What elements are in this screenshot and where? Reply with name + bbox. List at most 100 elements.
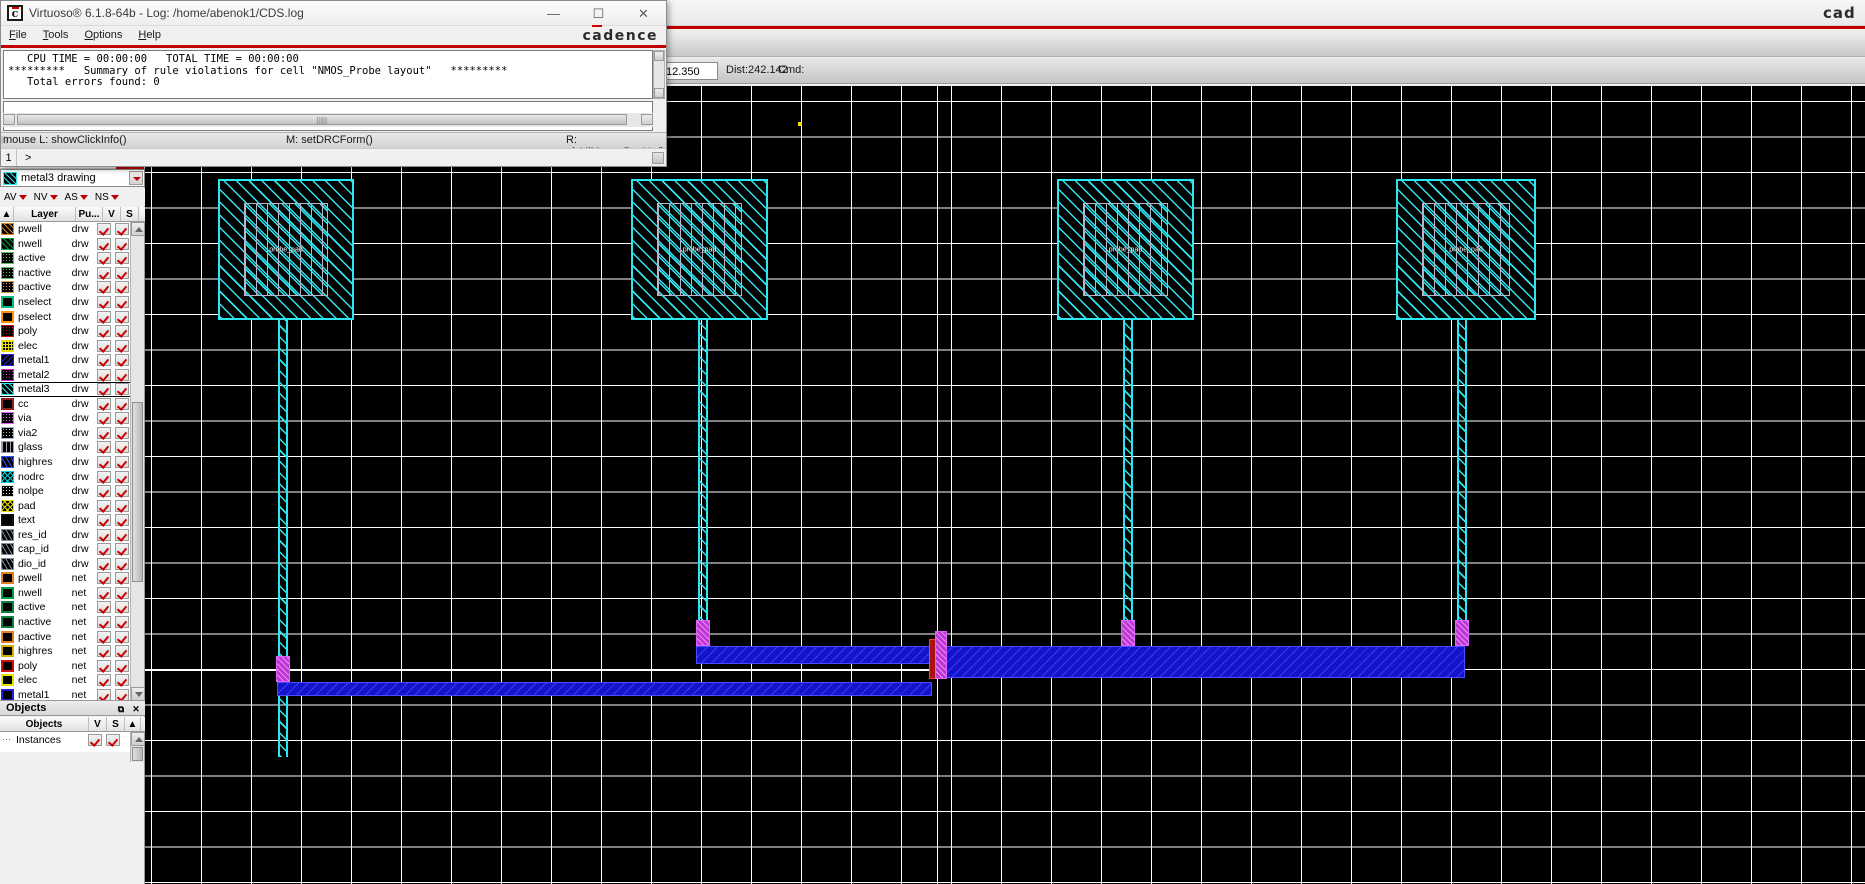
layer-row-via2-drw[interactable]: via2 drw <box>0 425 131 441</box>
chevron-down-icon[interactable] <box>49 194 58 200</box>
visible-checkbox[interactable] <box>97 223 111 236</box>
scroll-grip[interactable] <box>132 747 143 761</box>
chevron-down-icon[interactable] <box>79 194 88 200</box>
selectable-checkbox[interactable] <box>115 543 129 556</box>
layer-row-poly-net[interactable]: poly net <box>0 658 131 673</box>
scroll-thumb[interactable] <box>17 114 627 125</box>
probe-pad-3[interactable]: probe_pad <box>1057 179 1194 320</box>
visible-checkbox[interactable] <box>97 688 111 701</box>
scroll-up-icon[interactable] <box>654 51 664 61</box>
scroll-up-icon[interactable] <box>131 222 145 236</box>
selectable-checkbox[interactable] <box>115 485 129 498</box>
layer-row-active-drw[interactable]: active drw <box>0 251 131 266</box>
scroll-right-icon[interactable] <box>641 114 653 125</box>
probe-pad-4[interactable]: probe_pad <box>1396 179 1536 320</box>
log-output-text[interactable]: CPU TIME = 00:00:00 TOTAL TIME = 00:00:0… <box>3 50 653 99</box>
layer-table-body[interactable]: pwell drw nwell drw active drw nactive drw pacti… <box>0 222 131 701</box>
visible-checkbox[interactable] <box>97 252 111 265</box>
objects-table-body[interactable]: ⋯ Instances <box>0 732 131 752</box>
visible-checkbox[interactable] <box>97 659 111 672</box>
layer-row-text-drw[interactable]: text drw <box>0 512 131 528</box>
layer-row-nolpe-drw[interactable]: nolpe drw <box>0 483 131 499</box>
visible-column-header[interactable]: V <box>103 207 121 221</box>
visible-checkbox[interactable] <box>88 733 102 746</box>
visible-checkbox[interactable] <box>97 485 111 498</box>
selectable-checkbox[interactable] <box>115 223 129 236</box>
layer-row-metal3-drw[interactable]: metal3 drw <box>0 382 131 397</box>
layer-row-pactive-net[interactable]: pactive net <box>0 629 131 644</box>
log-vertical-scrollbar[interactable] <box>653 50 665 99</box>
visible-checkbox[interactable] <box>97 325 111 338</box>
layout-canvas[interactable]: probe_pad probe_pad probe_pad probe_pad <box>145 86 1865 884</box>
layer-row-highres-drw[interactable]: highres drw <box>0 454 131 470</box>
scroll-up-icon[interactable] <box>131 732 145 746</box>
layer-row-pwell-net[interactable]: pwell net <box>0 571 131 586</box>
selectable-checkbox[interactable] <box>115 645 129 658</box>
layer-row-nodrc-drw[interactable]: nodrc drw <box>0 469 131 484</box>
visible-checkbox[interactable] <box>97 572 111 585</box>
log-titlebar[interactable]: c Virtuoso® 6.1.8-64b - Log: /home/abeno… <box>1 1 666 26</box>
resize-grip-icon[interactable] <box>652 151 664 164</box>
selectable-column-header[interactable]: S <box>121 207 139 221</box>
selectable-checkbox[interactable] <box>115 514 129 527</box>
visible-checkbox[interactable] <box>97 456 111 469</box>
visible-checkbox[interactable] <box>97 470 111 483</box>
layer-row-metal1-drw[interactable]: metal1 drw <box>0 352 131 368</box>
visible-checkbox[interactable] <box>97 557 111 570</box>
selectable-checkbox[interactable] <box>115 470 129 483</box>
layer-row-nwell-drw[interactable]: nwell drw <box>0 236 131 252</box>
close-icon[interactable]: ✕ <box>130 703 142 715</box>
filter-av[interactable]: AV <box>4 192 30 203</box>
coordinate-input[interactable]: 12.350 <box>662 62 718 80</box>
metal3-strap-3[interactable] <box>1123 320 1133 641</box>
visible-checkbox[interactable] <box>97 514 111 527</box>
visible-checkbox[interactable] <box>97 310 111 323</box>
layer-row-nactive-drw[interactable]: nactive drw <box>0 265 131 281</box>
visible-checkbox[interactable] <box>97 412 111 425</box>
visible-checkbox[interactable] <box>97 281 111 294</box>
selectable-checkbox[interactable] <box>115 310 129 323</box>
chevron-down-icon[interactable] <box>110 194 119 200</box>
selectable-checkbox[interactable] <box>115 368 129 381</box>
selectable-checkbox[interactable] <box>115 528 129 541</box>
probe-pad-1[interactable]: probe_pad <box>218 179 354 320</box>
layer-row-pad-drw[interactable]: pad drw <box>0 498 131 513</box>
via2-stack-center[interactable] <box>935 631 947 679</box>
selectable-checkbox[interactable] <box>115 630 129 643</box>
via2-stack-1[interactable] <box>276 656 290 682</box>
maximize-button[interactable]: ☐ <box>576 1 621 26</box>
selectable-checkbox[interactable] <box>115 688 129 701</box>
scroll-thumb[interactable] <box>132 402 143 582</box>
via2-stack-4[interactable] <box>1455 620 1469 646</box>
selectable-checkbox[interactable] <box>115 237 129 250</box>
objects-visible-header[interactable]: V <box>89 717 107 731</box>
selectable-checkbox[interactable] <box>115 441 129 454</box>
selectable-checkbox[interactable] <box>115 397 129 410</box>
layer-row-glass-drw[interactable]: glass drw <box>0 440 131 455</box>
visible-checkbox[interactable] <box>97 441 111 454</box>
objects-column-header[interactable]: Objects <box>0 717 89 731</box>
selectable-checkbox[interactable] <box>115 586 129 599</box>
visible-checkbox[interactable] <box>97 397 111 410</box>
visible-checkbox[interactable] <box>97 296 111 308</box>
visible-checkbox[interactable] <box>97 383 111 396</box>
tree-branch-icon[interactable]: ⋯ <box>0 734 16 745</box>
selectable-checkbox[interactable] <box>115 281 129 294</box>
cds-log-window[interactable]: c Virtuoso® 6.1.8-64b - Log: /home/abeno… <box>0 0 667 167</box>
selectable-checkbox[interactable] <box>115 296 129 308</box>
visible-checkbox[interactable] <box>97 601 111 614</box>
layer-row-elec-net[interactable]: elec net <box>0 672 131 688</box>
menu-tools[interactable]: Tools <box>35 26 77 45</box>
menu-options[interactable]: Options <box>76 26 130 45</box>
filter-ns[interactable]: NS <box>95 192 122 203</box>
float-panel-icon[interactable]: ⧉ <box>115 703 127 715</box>
selectable-checkbox[interactable] <box>115 412 129 425</box>
selectable-checkbox[interactable] <box>115 426 129 439</box>
layer-row-nactive-net[interactable]: nactive net <box>0 614 131 630</box>
scroll-left-icon[interactable] <box>3 114 15 125</box>
metal3-strap-4[interactable] <box>1457 320 1467 641</box>
objects-sort-header[interactable]: ▲ <box>125 717 141 731</box>
layer-row-pactive-drw[interactable]: pactive drw <box>0 280 131 295</box>
visible-checkbox[interactable] <box>97 266 111 279</box>
log-menubar[interactable]: File Tools Options Help <box>1 26 666 45</box>
